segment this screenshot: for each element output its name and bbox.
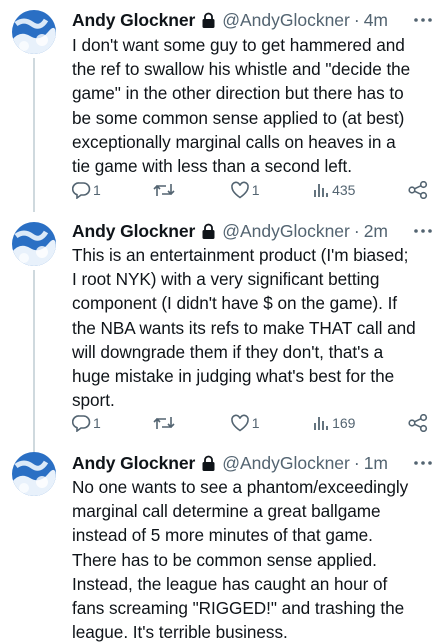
avatar[interactable]	[12, 222, 56, 266]
retweet-button[interactable]	[153, 181, 177, 199]
tweet-text: I don't want some guy to get hammered an…	[72, 35, 411, 177]
avatar[interactable]	[12, 452, 56, 496]
thread-line	[33, 58, 35, 212]
lock-icon	[201, 455, 216, 472]
view-count: 169	[332, 415, 356, 431]
tweet[interactable]: Andy Glockner @AndyGlockner · 4m I don't…	[0, 0, 445, 212]
reply-button[interactable]: 1	[72, 181, 101, 199]
views-icon	[314, 417, 328, 430]
tweet[interactable]: Andy Glockner @AndyGlockner · 2m This is…	[0, 212, 445, 452]
tweet-actions: 1 1 169	[72, 412, 432, 434]
author-name[interactable]: Andy Glockner	[72, 10, 195, 31]
author-handle[interactable]: @AndyGlockner	[222, 10, 350, 31]
tweet-header: Andy Glockner @AndyGlockner · 1m	[72, 450, 433, 476]
tweet-actions: 1 1 435	[72, 179, 432, 201]
like-button[interactable]: 1	[230, 181, 260, 199]
tweet[interactable]: Andy Glockner @AndyGlockner · 1m No one …	[0, 450, 445, 642]
thread-line	[33, 270, 35, 452]
share-button[interactable]	[408, 181, 432, 199]
like-count: 1	[251, 182, 260, 198]
views-button[interactable]: 435	[312, 181, 355, 199]
more-icon[interactable]	[413, 10, 433, 30]
like-count: 1	[251, 415, 260, 431]
share-button[interactable]	[408, 414, 432, 432]
tweet-header: Andy Glockner @AndyGlockner · 4m	[72, 7, 433, 33]
more-icon[interactable]	[413, 221, 433, 241]
tweet-timestamp[interactable]: 1m	[364, 453, 388, 474]
reply-icon	[72, 415, 91, 432]
lock-icon	[201, 223, 216, 240]
tweet-header: Andy Glockner @AndyGlockner · 2m	[72, 218, 433, 244]
share-icon	[408, 414, 428, 432]
view-count: 435	[332, 182, 356, 198]
author-handle[interactable]: @AndyGlockner	[222, 453, 350, 474]
like-button[interactable]: 1	[230, 414, 260, 432]
views-button[interactable]: 169	[312, 414, 355, 432]
author-handle[interactable]: @AndyGlockner	[222, 221, 350, 242]
tweet-timestamp[interactable]: 4m	[364, 10, 388, 31]
retweet-button[interactable]	[153, 414, 177, 432]
tweet-text: No one wants to see a phantom/exceedingl…	[72, 477, 409, 643]
like-icon	[230, 181, 249, 199]
separator-dot: ·	[353, 452, 360, 473]
retweet-icon	[153, 417, 175, 429]
author-name[interactable]: Andy Glockner	[72, 453, 195, 474]
share-icon	[408, 181, 428, 199]
reply-count: 1	[93, 182, 101, 198]
reply-button[interactable]: 1	[72, 414, 101, 432]
reply-icon	[72, 182, 91, 199]
views-icon	[314, 184, 328, 197]
reply-count: 1	[93, 415, 101, 431]
tweet-timestamp[interactable]: 2m	[364, 221, 388, 242]
separator-dot: ·	[353, 9, 360, 30]
lock-icon	[201, 12, 216, 29]
retweet-icon	[153, 184, 175, 196]
avatar[interactable]	[12, 10, 56, 54]
more-icon[interactable]	[413, 453, 433, 473]
author-name[interactable]: Andy Glockner	[72, 221, 195, 242]
like-icon	[230, 414, 249, 432]
tweet-text: This is an entertainment product (I'm bi…	[72, 245, 416, 411]
separator-dot: ·	[353, 220, 360, 241]
